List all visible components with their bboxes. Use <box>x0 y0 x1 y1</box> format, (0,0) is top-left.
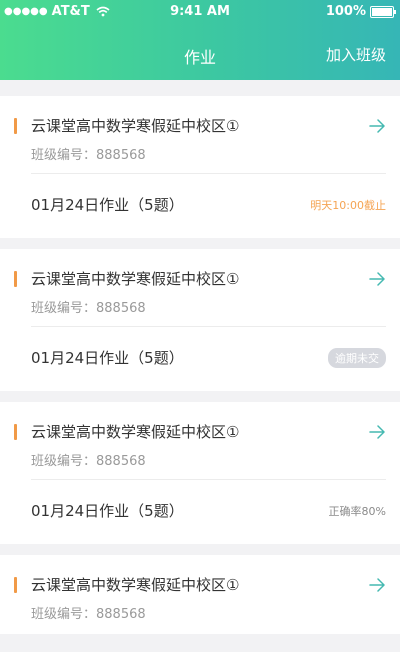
class-code: 班级编号：888568 <box>31 607 146 622</box>
header: ●●●●● AT&T 9:41 AM 100% 作业 加入班级 <box>0 0 400 80</box>
divider <box>31 479 386 480</box>
class-code: 班级编号：888568 <box>31 454 146 469</box>
class-card[interactable]: 云课堂高中数学寒假延中校区① 班级编号：888568 01月24日作业（5题） … <box>0 249 400 391</box>
class-name: 云课堂高中数学寒假延中校区① <box>31 423 240 441</box>
join-class-button[interactable]: 加入班级 <box>326 44 386 65</box>
accent-bar <box>14 271 17 287</box>
arrow-right-icon[interactable] <box>368 270 386 288</box>
class-card[interactable]: 云课堂高中数学寒假延中校区① 班级编号：888568 <box>0 555 400 634</box>
divider <box>31 173 386 174</box>
divider <box>31 326 386 327</box>
status-badge: 逾期未交 <box>328 348 386 368</box>
class-code: 班级编号：888568 <box>31 301 146 316</box>
arrow-right-icon[interactable] <box>368 576 386 594</box>
battery-label: 100% <box>325 4 366 19</box>
status-right: 100% <box>325 4 396 19</box>
class-name: 云课堂高中数学寒假延中校区① <box>31 117 240 135</box>
status-badge: 明天10:00截止 <box>310 199 386 212</box>
homework-title[interactable]: 01月24日作业（5题） <box>31 500 184 521</box>
arrow-right-icon[interactable] <box>368 423 386 441</box>
accent-bar <box>14 118 17 134</box>
homework-title[interactable]: 01月24日作业（5题） <box>31 347 184 368</box>
class-name: 云课堂高中数学寒假延中校区① <box>31 576 240 594</box>
battery-icon <box>370 5 396 18</box>
accent-bar <box>14 424 17 440</box>
class-code: 班级编号：888568 <box>31 148 146 163</box>
accent-bar <box>14 577 17 593</box>
homework-title[interactable]: 01月24日作业（5题） <box>31 194 184 215</box>
class-card[interactable]: 云课堂高中数学寒假延中校区① 班级编号：888568 01月24日作业（5题） … <box>0 402 400 544</box>
status-badge: 正确率80% <box>328 505 386 518</box>
status-bar: ●●●●● AT&T 9:41 AM 100% <box>0 0 400 22</box>
class-card[interactable]: 云课堂高中数学寒假延中校区① 班级编号：888568 01月24日作业（5题） … <box>0 96 400 238</box>
arrow-right-icon[interactable] <box>368 117 386 135</box>
class-name: 云课堂高中数学寒假延中校区① <box>31 270 240 288</box>
